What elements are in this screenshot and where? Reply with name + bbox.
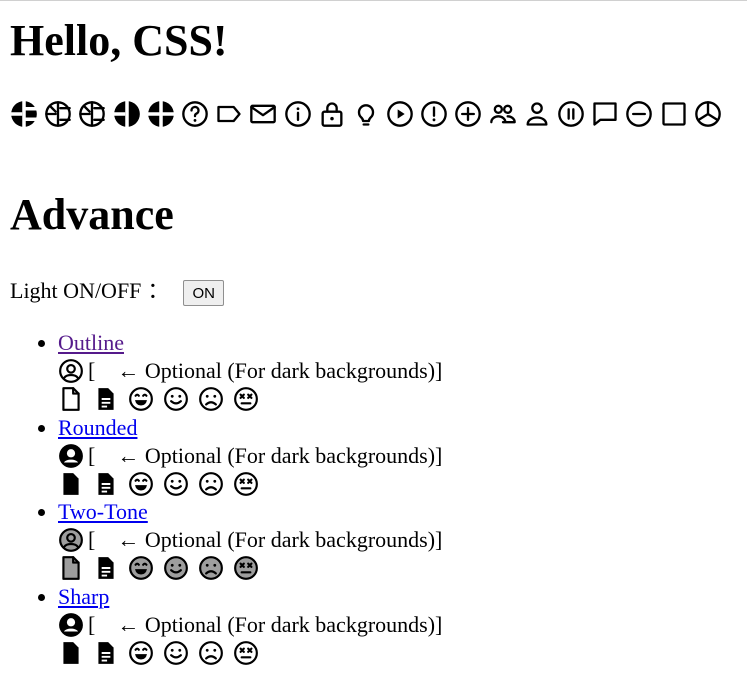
file-icon (62, 387, 80, 411)
sad-icon (199, 640, 223, 665)
light-toggle-row: Light ON/OFF ： ON (10, 276, 224, 306)
logo-mark-solid-icon (112, 100, 140, 128)
optional-note: ← Optional (For dark backgrounds)] (117, 358, 443, 383)
user-icon (526, 102, 548, 126)
sad-icon (199, 387, 223, 411)
optional-line: [ ← Optional (For dark backgrounds)] (58, 357, 442, 385)
account-circle-icon (59, 612, 83, 637)
variant-link-filled[interactable]: Rounded (58, 415, 137, 440)
account-circle-icon (59, 528, 83, 552)
light-toggle-label: Light ON/OFF (10, 278, 142, 303)
variant-link-twotone[interactable]: Two-Tone (58, 499, 148, 524)
plus-circle-icon (455, 101, 482, 127)
tag-icon (217, 105, 241, 123)
optional-note: ← Optional (For dark backgrounds)] (117, 442, 443, 468)
logo-mark-solid-2-icon (146, 100, 175, 128)
document-lines-icon (98, 472, 114, 495)
light-toggle-button[interactable]: ON (183, 280, 224, 306)
group-icon (489, 104, 516, 124)
smile-icon (164, 556, 188, 580)
optional-note: ← Optional (For dark backgrounds)] (117, 611, 443, 637)
page-title: Hello, CSS! (10, 16, 228, 65)
variant-item-filled: Rounded [ ← Optional (For dark backgroun… (58, 414, 442, 499)
sad-icon (199, 556, 223, 580)
smile-icon (164, 471, 188, 496)
document-lines-icon (98, 641, 114, 664)
mail-icon (250, 104, 277, 124)
dizzy-icon (234, 471, 258, 496)
dizzy-icon (234, 556, 258, 580)
variant-icon-row (58, 639, 442, 667)
optional-line: [ ← Optional (For dark backgrounds)] (58, 611, 442, 639)
grin-icon (129, 387, 153, 411)
document-lines-icon (98, 557, 114, 579)
variant-list: Outline [ ← Optional (For dark backgroun… (0, 329, 442, 667)
variant-item-sharp: Sharp [ ← Optional (For dark backgrounds… (58, 583, 442, 668)
variant-icon-row (58, 554, 442, 582)
info-icon (284, 101, 311, 127)
account-circle-icon (59, 359, 83, 383)
grin-icon (129, 556, 153, 580)
variant-link-outline[interactable]: Outline (58, 330, 124, 355)
sad-icon (199, 471, 223, 496)
dizzy-icon (234, 640, 258, 665)
optional-line: [ ← Optional (For dark backgrounds)] (58, 442, 442, 470)
optional-line: [ ← Optional (For dark backgrounds)] (58, 526, 442, 554)
minus-circle-icon (626, 101, 653, 127)
file-icon (63, 472, 79, 495)
light-toggle-colon: ： (147, 278, 170, 303)
dizzy-icon (234, 387, 258, 411)
optional-open-bracket: [ (88, 442, 96, 468)
variant-item-twotone: Two-Tone [ ← Optional (For dark backgrou… (58, 498, 442, 583)
variant-icon-row (58, 385, 442, 413)
document-lines-icon (98, 388, 114, 410)
square-icon (661, 102, 686, 126)
pie-icon (694, 101, 721, 127)
optional-open-bracket: [ (88, 611, 96, 637)
file-icon (63, 641, 79, 664)
lock-icon (321, 102, 343, 127)
logo-mark-outline-icon (45, 101, 72, 127)
alert-circle-icon (421, 101, 448, 127)
smile-icon (164, 640, 188, 665)
optional-open-bracket: [ (88, 527, 96, 552)
section-title-advance: Advance (10, 190, 174, 239)
smile-icon (164, 387, 188, 411)
grin-icon (129, 471, 153, 496)
account-circle-icon (59, 443, 83, 468)
bulb-icon (357, 104, 375, 126)
variant-icon-row (58, 470, 442, 498)
icon-row (10, 100, 728, 128)
logo-mark-icon (10, 100, 38, 128)
file-icon (62, 556, 80, 580)
message-icon (593, 102, 617, 126)
play-circle-icon (387, 101, 413, 127)
help-circle-icon (182, 101, 208, 127)
optional-note: ← Optional (For dark backgrounds)] (117, 527, 443, 552)
variant-item-outline: Outline [ ← Optional (For dark backgroun… (58, 329, 442, 414)
grin-icon (129, 640, 153, 665)
variant-link-sharp[interactable]: Sharp (58, 584, 109, 609)
logo-mark-outline-2-icon (79, 101, 106, 127)
pause-circle-icon (558, 101, 584, 127)
optional-open-bracket: [ (88, 358, 96, 383)
